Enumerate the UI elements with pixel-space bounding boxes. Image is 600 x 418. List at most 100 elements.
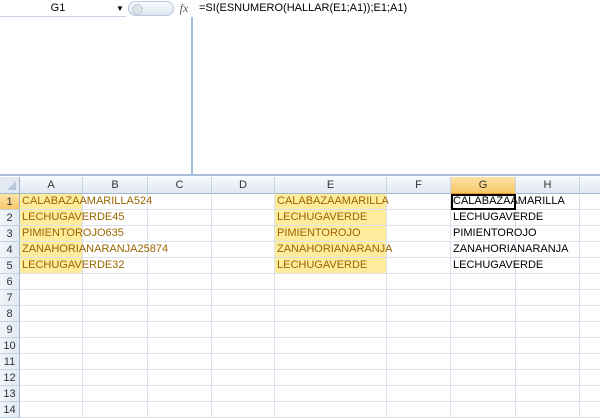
insert-function-icon[interactable]: fx: [176, 0, 192, 17]
cell-C5[interactable]: [148, 258, 212, 274]
cell-D6[interactable]: [212, 274, 275, 290]
column-header-A[interactable]: A: [20, 177, 83, 194]
cell-A3[interactable]: PIMIENTOROJO635: [20, 226, 124, 242]
column-header-next[interactable]: [580, 177, 600, 194]
cell-F1[interactable]: [387, 194, 451, 210]
cell-G4[interactable]: ZANAHORIANARANJA: [451, 242, 569, 258]
cell-H7[interactable]: [516, 290, 580, 306]
cell-H12[interactable]: [516, 370, 580, 386]
cell-E11[interactable]: [275, 354, 387, 370]
formula-bar-resize-handle[interactable]: [128, 1, 174, 16]
cell-F7[interactable]: [387, 290, 451, 306]
cell-C1[interactable]: [148, 194, 212, 210]
row-header-7[interactable]: 7: [0, 290, 20, 306]
cell-A7[interactable]: [20, 290, 83, 306]
spreadsheet-grid[interactable]: A B C D E F G H 1 CALABAZAAMARILLA524 CALABAZAAMAR…: [0, 177, 600, 418]
column-header-E[interactable]: E: [275, 177, 387, 194]
cell-next2[interactable]: [580, 210, 600, 226]
cell-E12[interactable]: [275, 370, 387, 386]
cell-B6[interactable]: [83, 274, 148, 290]
cell-next12[interactable]: [580, 370, 600, 386]
cell-A4[interactable]: ZANAHORIANARANJA25874: [20, 242, 168, 258]
row-header-5[interactable]: 5: [0, 258, 20, 274]
row-header-11[interactable]: 11: [0, 354, 20, 370]
cell-G13[interactable]: [451, 386, 516, 402]
cell-F10[interactable]: [387, 338, 451, 354]
cell-B10[interactable]: [83, 338, 148, 354]
row-header-2[interactable]: 2: [0, 210, 20, 226]
cell-E13[interactable]: [275, 386, 387, 402]
cell-B7[interactable]: [83, 290, 148, 306]
cell-D8[interactable]: [212, 306, 275, 322]
cell-D9[interactable]: [212, 322, 275, 338]
column-header-D[interactable]: D: [212, 177, 275, 194]
cell-G12[interactable]: [451, 370, 516, 386]
cell-E2[interactable]: LECHUGAVERDE: [275, 210, 387, 226]
cell-F13[interactable]: [387, 386, 451, 402]
cell-A12[interactable]: [20, 370, 83, 386]
row-header-1[interactable]: 1: [0, 194, 20, 210]
cell-C9[interactable]: [148, 322, 212, 338]
row-header-6[interactable]: 6: [0, 274, 20, 290]
cell-next3[interactable]: [580, 226, 600, 242]
row-header-3[interactable]: 3: [0, 226, 20, 242]
cell-D4[interactable]: [212, 242, 275, 258]
row-header-8[interactable]: 8: [0, 306, 20, 322]
cell-C8[interactable]: [148, 306, 212, 322]
cell-C3[interactable]: [148, 226, 212, 242]
cell-H10[interactable]: [516, 338, 580, 354]
cell-B9[interactable]: [83, 322, 148, 338]
cell-C10[interactable]: [148, 338, 212, 354]
cell-C13[interactable]: [148, 386, 212, 402]
cell-G10[interactable]: [451, 338, 516, 354]
cell-next1[interactable]: [580, 194, 600, 210]
cell-H13[interactable]: [516, 386, 580, 402]
cell-B11[interactable]: [83, 354, 148, 370]
cell-E1[interactable]: CALABAZAAMARILLA: [275, 194, 389, 210]
cell-A9[interactable]: [20, 322, 83, 338]
column-header-B[interactable]: B: [83, 177, 148, 194]
cell-F12[interactable]: [387, 370, 451, 386]
column-header-F[interactable]: F: [387, 177, 451, 194]
cell-F3[interactable]: [387, 226, 451, 242]
cell-D11[interactable]: [212, 354, 275, 370]
cell-A1[interactable]: CALABAZAAMARILLA524: [20, 194, 152, 210]
formula-input[interactable]: =SI(ESNUMERO(HALLAR(E1;A1));E1;A1): [199, 2, 407, 15]
cell-G9[interactable]: [451, 322, 516, 338]
cell-D13[interactable]: [212, 386, 275, 402]
cell-D2[interactable]: [212, 210, 275, 226]
cell-H6[interactable]: [516, 274, 580, 290]
cell-F2[interactable]: [387, 210, 451, 226]
row-header-12[interactable]: 12: [0, 370, 20, 386]
cell-A2[interactable]: LECHUGAVERDE45: [20, 210, 125, 226]
name-box[interactable]: G1: [0, 0, 126, 17]
cell-next9[interactable]: [580, 322, 600, 338]
cell-G2[interactable]: LECHUGAVERDE: [451, 210, 543, 226]
cell-F11[interactable]: [387, 354, 451, 370]
cell-D1[interactable]: [212, 194, 275, 210]
cell-G5[interactable]: LECHUGAVERDE: [451, 258, 543, 274]
cell-E8[interactable]: [275, 306, 387, 322]
cell-A11[interactable]: [20, 354, 83, 370]
select-all-button[interactable]: [0, 177, 20, 194]
row-header-10[interactable]: 10: [0, 338, 20, 354]
cell-A10[interactable]: [20, 338, 83, 354]
cell-F4[interactable]: [387, 242, 451, 258]
cell-G8[interactable]: [451, 306, 516, 322]
cell-next4[interactable]: [580, 242, 600, 258]
cell-H9[interactable]: [516, 322, 580, 338]
cell-G1[interactable]: CALABAZAAMARILLA: [451, 194, 565, 210]
cell-B13[interactable]: [83, 386, 148, 402]
cell-D5[interactable]: [212, 258, 275, 274]
cell-A5[interactable]: LECHUGAVERDE32: [20, 258, 125, 274]
cell-H8[interactable]: [516, 306, 580, 322]
row-header-4[interactable]: 4: [0, 242, 20, 258]
cell-C2[interactable]: [148, 210, 212, 226]
cell-next11[interactable]: [580, 354, 600, 370]
cell-E5[interactable]: LECHUGAVERDE: [275, 258, 387, 274]
cell-G7[interactable]: [451, 290, 516, 306]
column-header-H[interactable]: H: [516, 177, 580, 194]
cell-F9[interactable]: [387, 322, 451, 338]
cell-C12[interactable]: [148, 370, 212, 386]
cell-E10[interactable]: [275, 338, 387, 354]
